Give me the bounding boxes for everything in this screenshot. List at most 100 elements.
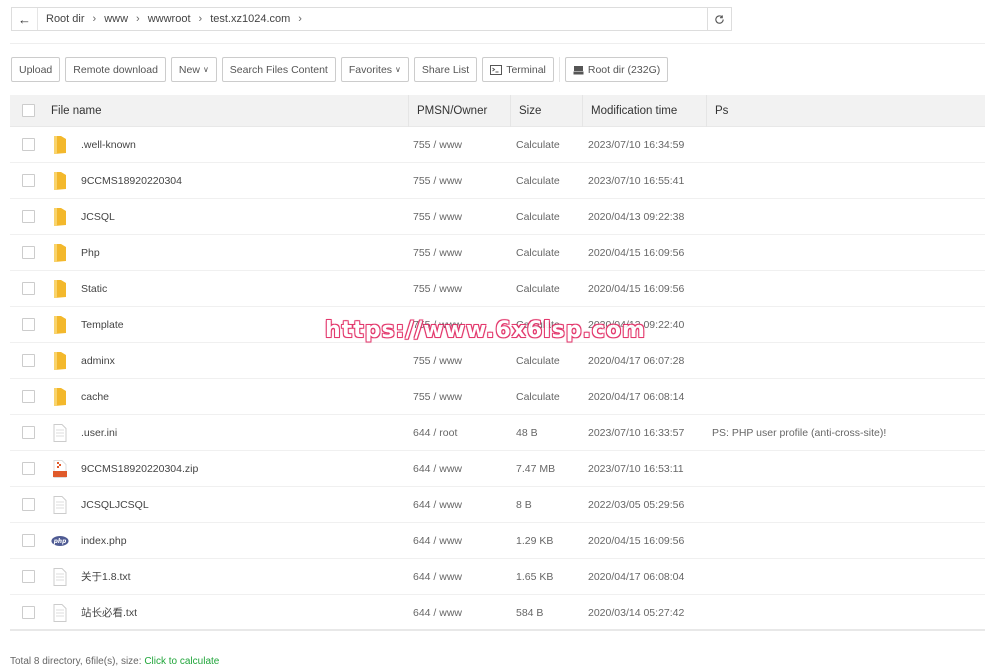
permission-owner[interactable]: 644 / root — [413, 427, 510, 439]
file-name[interactable]: adminx — [81, 355, 115, 367]
table-row[interactable]: JCSQL 755 / www Calculate 2020/04/13 09:… — [10, 199, 985, 235]
row-checkbox[interactable] — [21, 570, 35, 583]
row-checkbox[interactable] — [21, 246, 35, 259]
search-files-button[interactable]: Search Files Content — [221, 57, 336, 82]
column-header-name[interactable]: File name — [46, 105, 413, 117]
calculate-size-link[interactable]: Calculate — [510, 283, 582, 295]
row-checkbox[interactable] — [21, 498, 35, 511]
root-dir-label: Root dir (232G) — [587, 63, 661, 76]
chevron-right-icon: › — [92, 13, 97, 25]
calculate-size-link[interactable]: Calculate — [510, 175, 582, 187]
new-label: New — [178, 63, 200, 76]
file-name[interactable]: Template — [81, 319, 124, 331]
row-checkbox[interactable] — [21, 138, 35, 151]
calculate-size-link[interactable]: Calculate — [510, 211, 582, 223]
modification-time: 2020/04/15 16:09:56 — [588, 282, 685, 295]
column-header-time[interactable]: Modification time — [582, 94, 706, 127]
permission-owner[interactable]: 644 / www — [413, 499, 510, 511]
row-checkbox[interactable] — [21, 390, 35, 403]
watermark-text: https://www.6x6lsp.com — [325, 318, 646, 343]
row-checkbox[interactable] — [21, 210, 35, 223]
table-row[interactable]: 站长必看.txt 644 / www 584 B 2020/03/14 05:2… — [10, 595, 985, 631]
refresh-icon[interactable] — [707, 8, 731, 30]
permission-owner[interactable]: 644 / www — [413, 535, 510, 547]
table-row[interactable]: php index.php 644 / www 1.29 KB 2020/04/… — [10, 523, 985, 559]
table-row[interactable]: 9CCMS18920220304.zip 644 / www 7.47 MB 2… — [10, 451, 985, 487]
root-dir-button[interactable]: Root dir (232G) — [564, 57, 669, 82]
file-name[interactable]: 站长必看.txt — [81, 605, 137, 620]
file-name[interactable]: Static — [81, 283, 107, 295]
folder-icon — [51, 207, 69, 227]
table-row[interactable]: 9CCMS18920220304 755 / www Calculate 202… — [10, 163, 985, 199]
table-row[interactable]: .user.ini 644 / root 48 B 2023/07/10 16:… — [10, 415, 985, 451]
file-name[interactable]: 9CCMS18920220304 — [81, 175, 182, 187]
calculate-size-link[interactable]: Calculate — [510, 247, 582, 259]
new-dropdown-button[interactable]: New ∨ — [170, 57, 217, 82]
select-all-checkbox[interactable] — [21, 104, 35, 117]
column-header-ps: Ps — [706, 94, 985, 127]
remark[interactable]: PS: PHP user profile (anti-cross-site)! — [706, 427, 985, 439]
table-header: File name PMSN/Owner Size Modification t… — [10, 94, 985, 127]
file-name[interactable]: cache — [81, 391, 109, 403]
table-row[interactable]: adminx 755 / www Calculate 2020/04/17 06… — [10, 343, 985, 379]
upload-button[interactable]: Upload — [11, 57, 61, 82]
row-checkbox[interactable] — [21, 354, 35, 367]
file-name[interactable]: JCSQL — [81, 211, 115, 223]
remote-download-button[interactable]: Remote download — [65, 57, 166, 82]
file-name[interactable]: JCSQLJCSQL — [81, 499, 149, 511]
table-row[interactable]: Static 755 / www Calculate 2020/04/15 16… — [10, 271, 985, 307]
row-checkbox[interactable] — [21, 534, 35, 547]
breadcrumb-item[interactable]: test.xz1024.com — [210, 13, 290, 25]
file-name[interactable]: 9CCMS18920220304.zip — [81, 463, 198, 475]
folder-icon — [51, 279, 69, 299]
file-name[interactable]: 关于1.8.txt — [81, 569, 131, 584]
table-row[interactable]: 关于1.8.txt 644 / www 1.65 KB 2020/04/17 0… — [10, 559, 985, 595]
row-checkbox[interactable] — [21, 174, 35, 187]
table-bottom-border — [10, 629, 985, 631]
breadcrumb-item[interactable]: www — [104, 13, 128, 25]
permission-owner[interactable]: 755 / www — [413, 139, 510, 151]
permission-owner[interactable]: 755 / www — [413, 283, 510, 295]
row-checkbox[interactable] — [21, 606, 35, 619]
row-checkbox[interactable] — [21, 318, 35, 331]
chevron-right-icon: › — [198, 13, 203, 25]
calculate-size-link[interactable]: Calculate — [510, 355, 582, 367]
breadcrumb: Root dir › www › wwwroot › test.xz1024.c… — [38, 13, 707, 25]
modification-time: 2023/07/10 16:55:41 — [588, 174, 685, 187]
permission-owner[interactable]: 755 / www — [413, 391, 510, 403]
permission-owner[interactable]: 755 / www — [413, 355, 510, 367]
permission-owner[interactable]: 644 / www — [413, 571, 510, 583]
favorites-dropdown-button[interactable]: Favorites ∨ — [340, 57, 409, 82]
row-checkbox[interactable] — [21, 462, 35, 475]
row-checkbox[interactable] — [21, 282, 35, 295]
permission-owner[interactable]: 755 / www — [413, 247, 510, 259]
php-icon: php — [51, 531, 69, 551]
permission-owner[interactable]: 755 / www — [413, 175, 510, 187]
calculate-size-link[interactable]: Calculate — [510, 391, 582, 403]
row-checkbox[interactable] — [21, 426, 35, 439]
calculate-size-link[interactable]: Calculate — [510, 139, 582, 151]
file-icon — [51, 567, 69, 587]
calculate-link[interactable]: Click to calculate — [144, 656, 219, 667]
table-row[interactable]: Php 755 / www Calculate 2020/04/15 16:09… — [10, 235, 985, 271]
terminal-button[interactable]: Terminal — [482, 57, 554, 82]
chevron-right-icon[interactable]: › — [298, 13, 302, 25]
file-name[interactable]: Php — [81, 247, 100, 259]
path-bar: ← Root dir › www › wwwroot › test.xz1024… — [11, 7, 732, 31]
permission-owner[interactable]: 755 / www — [413, 211, 510, 223]
table-row[interactable]: .well-known 755 / www Calculate 2023/07/… — [10, 127, 985, 163]
file-name[interactable]: index.php — [81, 535, 127, 547]
favorites-label: Favorites — [348, 63, 393, 76]
share-list-button[interactable]: Share List — [413, 57, 478, 82]
table-row[interactable]: JCSQLJCSQL 644 / www 8 B 2022/03/05 05:2… — [10, 487, 985, 523]
breadcrumb-item[interactable]: Root dir — [46, 13, 85, 25]
back-arrow-icon[interactable]: ← — [12, 8, 38, 30]
file-name[interactable]: .user.ini — [81, 427, 117, 439]
breadcrumb-item[interactable]: wwwroot — [148, 13, 191, 25]
permission-owner[interactable]: 644 / www — [413, 463, 510, 475]
table-row[interactable]: cache 755 / www Calculate 2020/04/17 06:… — [10, 379, 985, 415]
column-header-perm[interactable]: PMSN/Owner — [408, 94, 510, 127]
file-name[interactable]: .well-known — [81, 139, 136, 151]
column-header-size[interactable]: Size — [510, 94, 582, 127]
permission-owner[interactable]: 644 / www — [413, 607, 510, 619]
